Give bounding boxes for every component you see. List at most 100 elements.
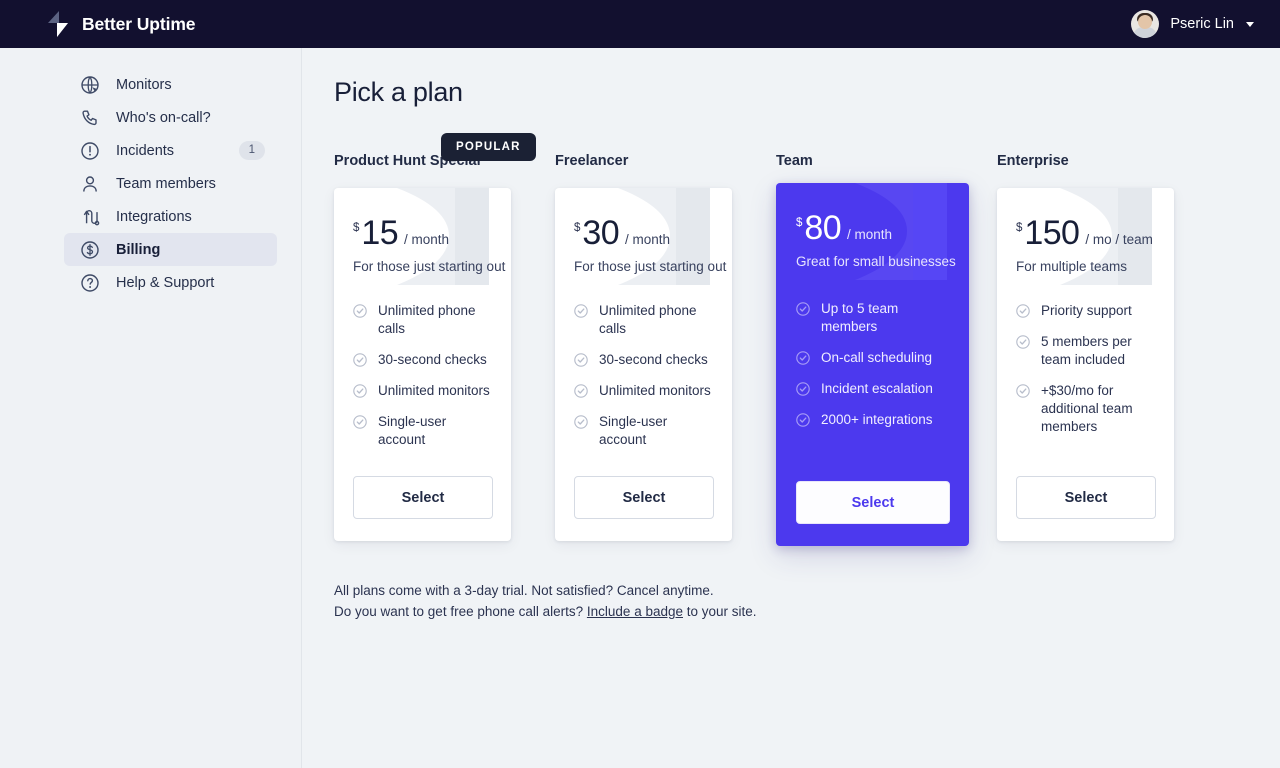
sidebar-item-who-s-on-call[interactable]: Who's on-call? <box>64 101 277 134</box>
plan-price: $30 / month <box>574 216 732 250</box>
alert-circle-icon <box>81 141 99 160</box>
plan-feature: Unlimited phone calls <box>574 302 714 338</box>
plan-feature-label: Incident escalation <box>821 381 933 396</box>
plan-feature: 30-second checks <box>574 351 714 369</box>
plan-tagline: For multiple teams <box>1016 259 1128 274</box>
plan-card-product-hunt-special[interactable]: $15 / month For those just starting out Unl… <box>334 188 511 541</box>
plan-feature-label: 5 members per team included <box>1041 334 1132 367</box>
check-circle-icon <box>353 415 367 429</box>
plan-column-freelancer: Freelancer $30 / month For those just start… <box>555 153 776 546</box>
plan-tagline: Great for small businesses <box>796 254 956 269</box>
plan-feature: Up to 5 team members <box>796 300 951 336</box>
plan-price: $150 / mo / team <box>1016 216 1174 250</box>
user-icon <box>83 175 97 192</box>
include-a-badge-link[interactable]: Include a badge <box>587 604 683 619</box>
plan-feature: Single-user account <box>574 413 714 449</box>
plan-card-footer: Select <box>555 476 732 541</box>
user-name: Pseric Lin <box>1170 16 1234 32</box>
plans-grid: Product Hunt Special $15/ month For those … <box>334 133 1280 546</box>
footnote-text-after: to your site. <box>683 604 757 619</box>
plan-feature-label: On-call scheduling <box>821 350 933 365</box>
check-circle-icon <box>574 415 588 429</box>
price-period: / mo / team <box>1085 232 1153 247</box>
sidebar-item-team-members[interactable]: Team members <box>64 167 277 200</box>
sidebar-item-integrations[interactable]: Integrations <box>64 200 277 233</box>
sidebar-item-monitors[interactable]: Monitors <box>64 68 277 101</box>
user-menu[interactable]: Pseric Lin <box>1131 10 1258 38</box>
price-period: / month <box>625 232 671 247</box>
plan-feature-label: Unlimited monitors <box>599 383 711 398</box>
check-circle-icon <box>1016 304 1030 318</box>
select-button-product-hunt-special[interactable]: Select <box>353 476 493 519</box>
select-button-freelancer[interactable]: Select <box>574 476 714 519</box>
sidebar-item-label: Billing <box>116 241 161 258</box>
check-circle-icon <box>1016 335 1030 349</box>
plan-card-team[interactable]: $80 / month Great for small businesses Up t… <box>776 183 969 546</box>
plan-title: Freelancer <box>555 153 629 169</box>
chevron-down-icon <box>1246 21 1254 27</box>
plan-title: Enterprise <box>997 153 1069 169</box>
question-circle-icon <box>81 273 99 292</box>
sidebar-item-label: Team members <box>116 175 216 192</box>
price-amount: 15 <box>361 214 399 252</box>
sidebar-item-label: Integrations <box>116 208 192 225</box>
top-bar: Better Uptime Pseric Lin <box>0 0 1280 48</box>
plan-column-product-hunt-special: Product Hunt Special $15/ month For those … <box>334 153 555 546</box>
plan-feature: On-call scheduling <box>796 349 951 367</box>
plan-feature-label: 30-second checks <box>599 352 708 367</box>
plan-feature: 5 members per team included <box>1016 333 1156 369</box>
brand[interactable]: Better Uptime <box>46 11 196 37</box>
check-circle-icon <box>1016 384 1030 398</box>
plan-card-header: $150 / mo / team For multiple teams <box>997 188 1174 285</box>
check-circle-icon <box>796 382 810 396</box>
plan-card-freelancer[interactable]: $30 / month For those just starting out Unl… <box>555 188 732 541</box>
plan-title: Team <box>776 153 813 169</box>
footnote-line-2: Do you want to get free phone call alert… <box>334 601 1280 622</box>
plan-feature: 30-second checks <box>353 351 493 369</box>
plan-tagline: For those just starting out <box>574 259 727 274</box>
check-circle-icon <box>796 413 810 427</box>
plan-feature-label: +$30/mo for additional team members <box>1041 383 1133 434</box>
currency-symbol: $ <box>1016 222 1023 234</box>
price-amount: 30 <box>582 214 620 252</box>
phone-icon <box>82 110 97 125</box>
main-content: Pick a plan Product Hunt Special $15/ mon… <box>303 48 1280 768</box>
select-button-enterprise[interactable]: Select <box>1016 476 1156 519</box>
sidebar: Monitors Who's on-call? Incidents 1 Team mem… <box>0 48 302 768</box>
currency-symbol: $ <box>353 222 360 234</box>
plan-column-team: Team $80 / month Great for small businesses… <box>776 153 997 546</box>
check-circle-icon <box>574 304 588 318</box>
plan-feature-label: 30-second checks <box>378 352 487 367</box>
plan-feature-label: Unlimited phone calls <box>378 303 476 336</box>
plan-feature-label: Up to 5 team members <box>821 301 899 334</box>
plan-feature: 2000+ integrations <box>796 411 951 429</box>
page-title: Pick a plan <box>334 77 463 107</box>
check-circle-icon <box>353 384 367 398</box>
plan-feature-label: Single-user account <box>378 414 447 447</box>
plan-price: $80 / month <box>796 211 969 245</box>
brand-name: Better Uptime <box>82 13 196 34</box>
globe-icon <box>81 75 99 94</box>
sidebar-item-billing[interactable]: Billing <box>64 233 277 266</box>
plan-feature: Single-user account <box>353 413 493 449</box>
select-button-team[interactable]: Select <box>796 481 950 524</box>
plan-card-enterprise[interactable]: $150 / mo / team For multiple teams Priorit… <box>997 188 1174 541</box>
plan-column-enterprise: Enterprise $150 / mo / team For multiple te… <box>997 153 1218 546</box>
plan-card-header: $80 / month Great for small businesses <box>776 183 969 283</box>
popular-badge: POPULAR <box>441 133 536 161</box>
plan-price: $15 / month <box>353 216 511 250</box>
check-circle-icon <box>574 384 588 398</box>
check-circle-icon <box>353 353 367 367</box>
plan-features-list: Unlimited phone calls 30-second checks Unl… <box>555 285 732 476</box>
plan-card-footer: Select <box>997 476 1174 541</box>
plan-feature-label: 2000+ integrations <box>821 412 933 427</box>
plan-card-footer: Select <box>334 476 511 541</box>
sidebar-item-label: Who's on-call? <box>116 109 211 126</box>
plan-feature-label: Single-user account <box>599 414 668 447</box>
currency-symbol: $ <box>796 217 803 229</box>
sidebar-item-incidents[interactable]: Incidents 1 <box>64 134 277 167</box>
sidebar-item-help-support[interactable]: Help & Support <box>64 266 277 299</box>
plan-tagline: For those just starting out <box>353 259 506 274</box>
plan-feature: Incident escalation <box>796 380 951 398</box>
plan-feature: +$30/mo for additional team members <box>1016 382 1156 436</box>
